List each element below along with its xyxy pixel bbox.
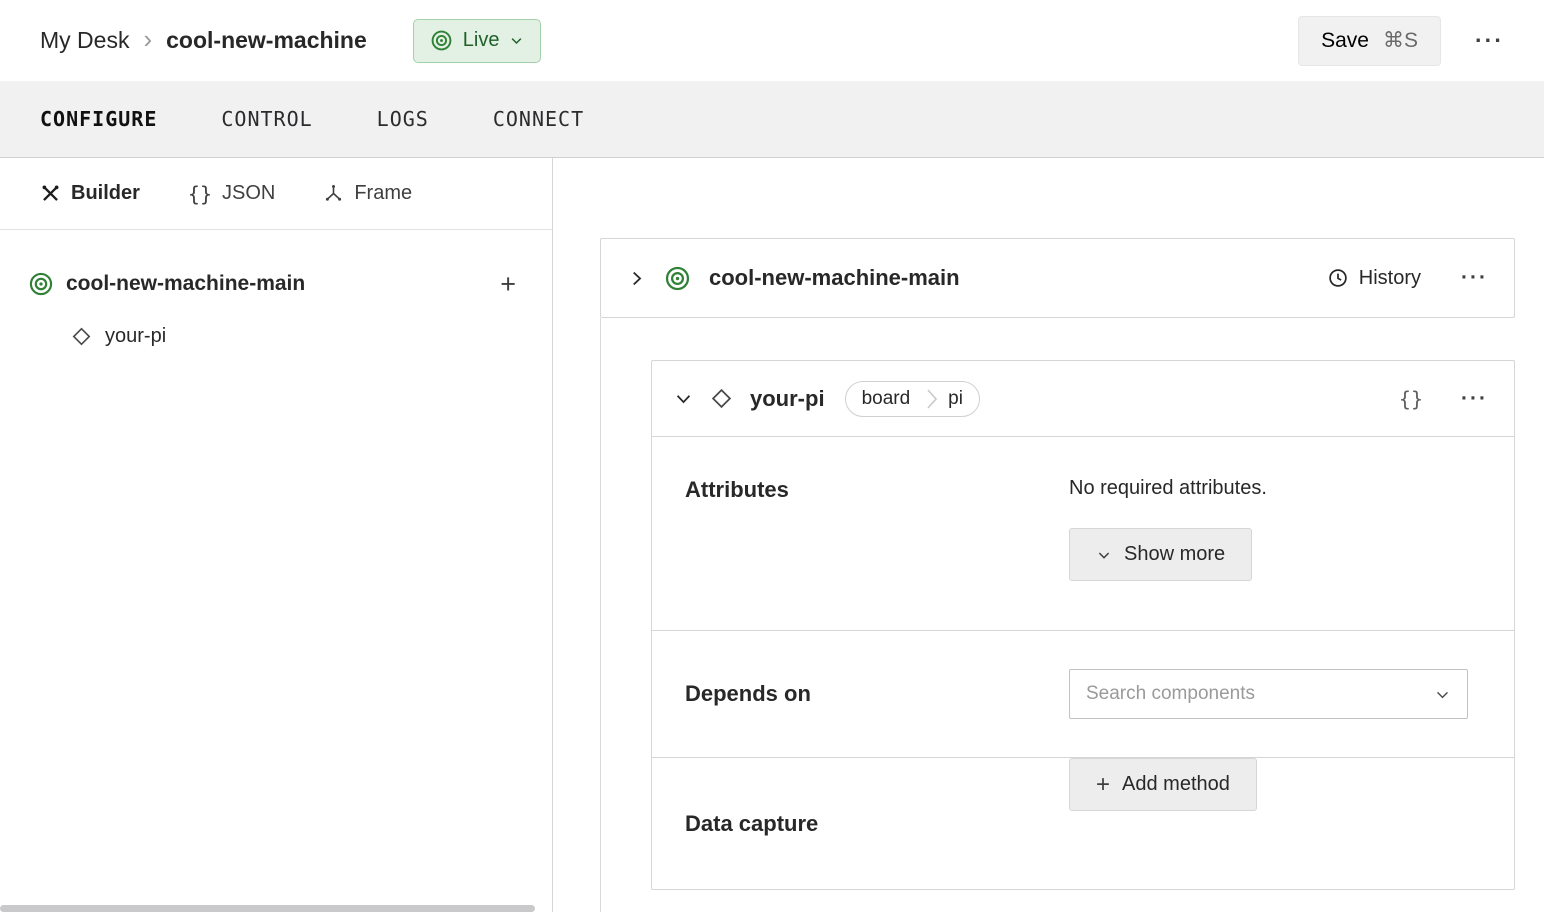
tree-item-machine[interactable]: cool-new-machine-main + [28,264,516,304]
config-sidebar: Builder {} JSON Frame cool-new-machine-m… [0,158,553,912]
model-badge: pi [948,387,963,409]
tab-control[interactable]: CONTROL [221,107,312,131]
attributes-label: Attributes [685,477,789,502]
chevron-right-icon[interactable] [627,269,646,288]
breadcrumb-separator-icon: › [143,23,153,54]
machine-card-title: cool-new-machine-main [709,265,960,290]
machine-part-label: cool-new-machine-main [66,272,306,295]
component-menu-icon[interactable]: ··· [1461,387,1488,411]
tree-connector-line [600,318,601,912]
save-label: Save [1321,28,1369,52]
chevron-down-icon [509,33,524,48]
save-shortcut: ⌘S [1383,29,1419,52]
add-method-button[interactable]: + Add method [1069,758,1257,811]
show-more-button[interactable]: Show more [1069,528,1253,581]
add-method-label: Add method [1122,773,1230,795]
plus-icon: + [1096,770,1111,798]
search-components-input[interactable] [1086,683,1434,705]
component-card-title: your-pi [750,385,825,411]
type-badge: board [861,387,911,409]
breadcrumb-machine-name: cool-new-machine [166,27,367,53]
depends-on-section: Depends on [652,631,1514,758]
broadcast-icon [430,29,453,52]
tab-connect[interactable]: CONNECT [493,107,584,131]
data-capture-label: Data capture [685,810,819,836]
broadcast-icon [664,265,691,292]
chevron-down-icon [1096,547,1112,563]
config-main-panel: cool-new-machine-main History ··· your-p… [553,158,1544,912]
frame-label: Frame [354,182,413,204]
breadcrumb-my-desk[interactable]: My Desk [40,27,129,54]
tools-icon [40,183,61,204]
history-button[interactable]: History [1327,267,1421,290]
machine-part-card: cool-new-machine-main History ··· [600,238,1515,318]
component-json-icon[interactable]: {} [1399,387,1423,411]
braces-icon: {} [187,181,212,206]
main-tabbar: CONFIGURE CONTROL LOGS CONNECT [0,81,1544,158]
header-overflow-menu-icon[interactable]: ··· [1475,27,1504,54]
view-mode-toggle: Builder {} JSON Frame [0,158,552,230]
machine-tree: cool-new-machine-main + your-pi [0,230,552,356]
json-label: JSON [222,182,276,204]
attributes-empty-text: No required attributes. [1069,477,1267,499]
builder-label: Builder [71,182,140,204]
live-status-dropdown[interactable]: Live [412,18,542,63]
component-type-model-badge: board pi [844,380,980,417]
chevron-down-icon [1434,686,1451,703]
depends-on-select[interactable] [1069,669,1468,719]
broadcast-icon [28,271,54,297]
tree-item-component[interactable]: your-pi [28,316,516,356]
chevron-down-icon[interactable] [674,389,693,408]
history-clock-icon [1327,267,1349,289]
component-card-header: your-pi board pi {} ··· [652,361,1514,437]
mode-frame[interactable]: Frame [323,182,412,205]
save-button[interactable]: Save ⌘S [1298,15,1442,66]
tab-configure[interactable]: CONFIGURE [40,107,157,131]
mode-builder[interactable]: Builder [40,182,140,205]
diamond-icon [70,325,93,348]
tab-logs[interactable]: LOGS [377,107,429,131]
sidebar-horizontal-scrollbar[interactable] [0,905,536,912]
component-card: your-pi board pi {} ··· Attributes No re… [651,360,1515,890]
live-label: Live [462,29,500,51]
machine-card-menu-icon[interactable]: ··· [1461,266,1488,290]
show-more-label: Show more [1124,543,1226,565]
app-header: My Desk › cool-new-machine Live Save ⌘S … [0,0,1544,81]
frame-axis-icon [323,183,344,204]
mode-json[interactable]: {} JSON [188,182,275,206]
component-label: your-pi [105,324,167,347]
data-capture-section: Data capture + Add method [652,758,1514,889]
attributes-section: Attributes No required attributes. Show … [652,437,1514,631]
breadcrumb: My Desk › cool-new-machine [40,23,367,54]
badge-divider-icon [926,386,938,412]
add-component-button[interactable]: + [500,270,516,298]
depends-on-label: Depends on [685,681,811,706]
history-label: History [1358,266,1422,289]
diamond-icon [709,386,734,411]
